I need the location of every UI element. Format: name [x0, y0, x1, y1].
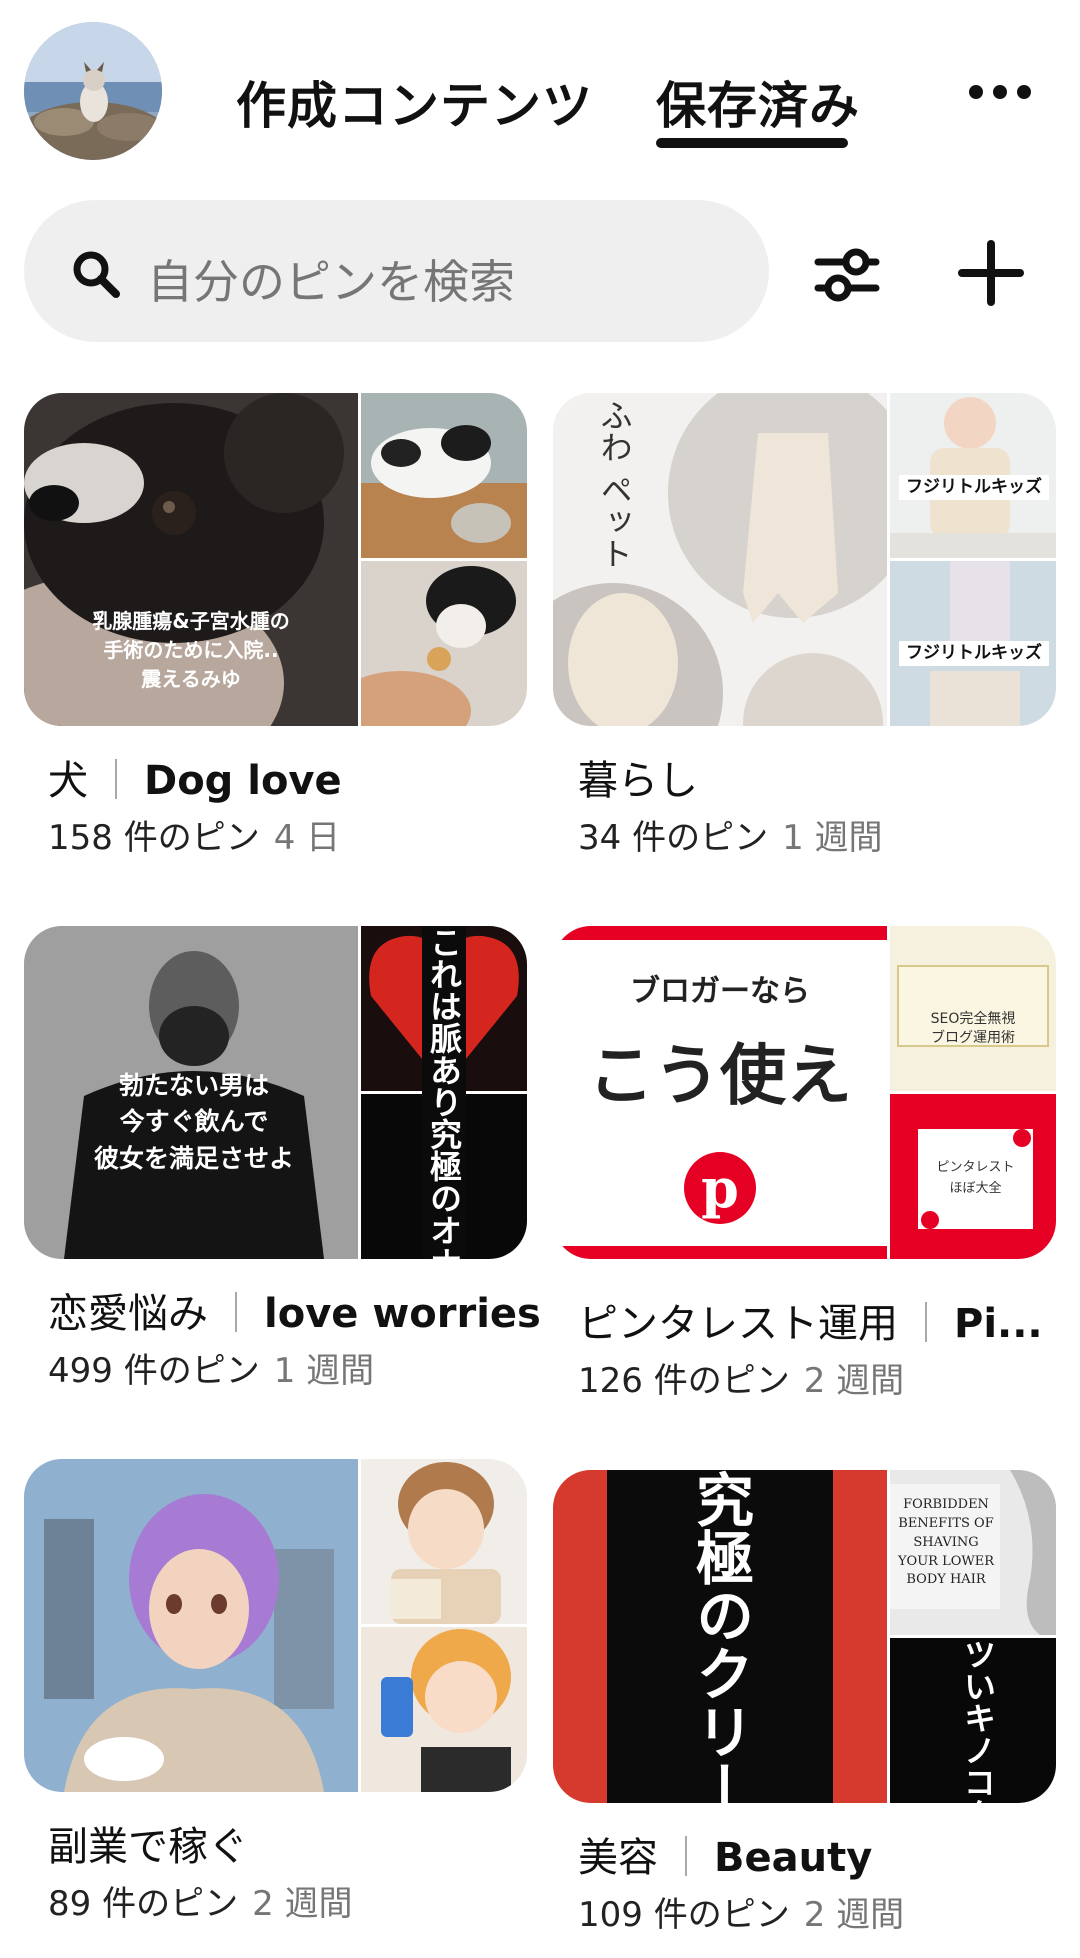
board-cover-side-job[interactable] [24, 1459, 527, 1792]
pin-overlay-text: 手術のために入院.. [103, 638, 279, 662]
board-meta: 89 件のピン 2 週間 [48, 1884, 353, 1924]
pin-overlay-text: 勃たない男は [118, 1071, 269, 1100]
board-meta: 34 件のピン 1 週間 [578, 818, 883, 858]
filter-icon[interactable] [812, 240, 882, 310]
pin-overlay-text: フジリトルキッズ [899, 475, 1049, 500]
pin-overlay-text: ふわ [595, 399, 634, 463]
pin-overlay-text: BODY HAIR [906, 1572, 986, 1588]
pin-overlay-text: ほぼ大全 [949, 1180, 1002, 1196]
board-cover-dog[interactable]: 乳腺腫瘍&子宮水腫の 手術のために入院.. 震えるみゆ [24, 393, 527, 726]
board-meta: 158 件のピン 4 日 [48, 818, 341, 858]
board-title[interactable]: 暮らし [578, 748, 698, 806]
board-side-image [890, 926, 1056, 1091]
tab-created[interactable]: 作成コンテンツ [236, 66, 593, 138]
board-title[interactable]: ピンタレスト運用｜ Pi... [578, 1291, 1043, 1349]
pin-overlay-text: 今すぐ飲んで [119, 1107, 269, 1137]
board-side-image [361, 561, 527, 726]
pin-overlay-text: ブロガーなら [630, 974, 810, 1009]
board-side-image [361, 393, 527, 558]
board-side-image [361, 1459, 527, 1624]
board-main-image [24, 1459, 358, 1792]
active-tab-indicator [656, 138, 848, 148]
pin-overlay-text: 究極のクリー [686, 1470, 754, 1803]
pin-overlay-text: SHAVING [913, 1534, 979, 1550]
pin-overlay-text: 彼女を満足させよ [93, 1143, 294, 1173]
board-cover-kurashi[interactable]: ふわ ペット フジリトルキッズ フジリトルキッズ [553, 393, 1056, 726]
tab-saved[interactable]: 保存済み [656, 66, 860, 138]
more-icon [969, 85, 983, 99]
pin-overlay-text: SEO完全無視 [930, 1011, 1016, 1027]
board-side-image [361, 1627, 527, 1792]
pin-overlay-text: ペット [595, 473, 634, 570]
pin-overlay-text: BENEFITS OF [898, 1515, 994, 1531]
plus-icon[interactable] [958, 240, 1024, 306]
pin-overlay-text: YOUR LOWER [897, 1553, 995, 1569]
title-separator: ｜ [906, 1301, 946, 1347]
board-title[interactable]: 副業で稼ぐ [48, 1814, 248, 1872]
svg-text:p: p [701, 1156, 739, 1220]
board-title[interactable]: 犬｜ Dog love [48, 748, 342, 806]
more-options-button[interactable] [950, 72, 1050, 112]
search-placeholder: 自分のピンを検索 [147, 255, 515, 309]
search-icon [73, 251, 120, 298]
profile-avatar[interactable] [24, 22, 162, 160]
pin-overlay-text: これは脈あり究極のオナ [422, 926, 466, 1259]
board-title[interactable]: 恋愛悩み｜ love worries [48, 1281, 541, 1339]
pin-overlay-text: 震えるみゆ [141, 667, 241, 691]
board-cover-beauty[interactable]: 究極のクリー FORBIDDEN BENEFITS OF SHAVING YOU… [553, 1470, 1056, 1803]
board-meta: 126 件のピン 2 週間 [578, 1361, 905, 1401]
board-cover-love-worries[interactable]: 勃たない男は 今すぐ飲んで 彼女を満足させよ これは脈あり究極のオナ [24, 926, 527, 1259]
board-cover-pinterest[interactable]: p ブロガーなら こう使え SEO完全無視 ブログ運用術 ピンタレスト ほぼ大全 [553, 926, 1056, 1259]
pin-overlay-text: 乳腺腫瘍&子宮水腫の [92, 609, 290, 633]
title-separator: ｜ [666, 1835, 706, 1881]
pin-overlay-text: ブログ運用術 [931, 1029, 1015, 1046]
pin-overlay-text: ツいキノコクリ [959, 1638, 997, 1803]
pin-overlay-text: FORBIDDEN [903, 1497, 989, 1512]
pin-overlay-text: こう使え [588, 1037, 852, 1114]
pin-overlay-text: ピンタレスト [936, 1160, 1015, 1175]
title-separator: ｜ [216, 1291, 256, 1337]
pin-overlay-text: フジリトルキッズ [899, 641, 1049, 666]
board-meta: 109 件のピン 2 週間 [578, 1895, 905, 1935]
board-meta: 499 件のピン 1 週間 [48, 1351, 375, 1391]
board-title[interactable]: 美容｜ Beauty [578, 1825, 872, 1883]
title-separator: ｜ [96, 758, 136, 804]
